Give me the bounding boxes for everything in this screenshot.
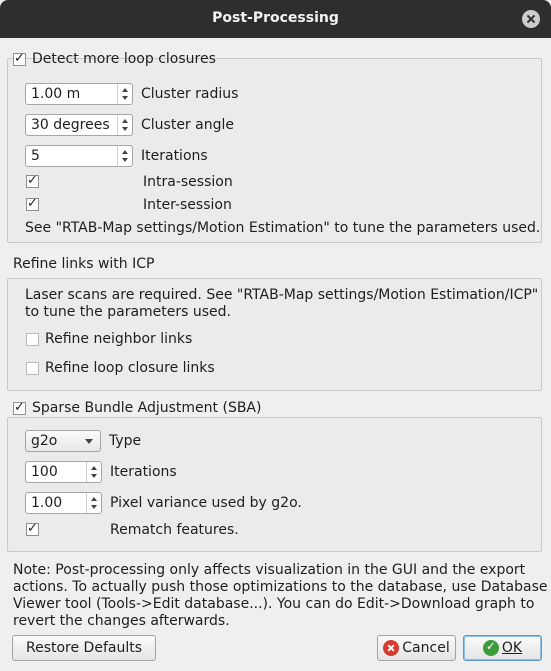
refine-neighbor-checkbox[interactable] <box>26 332 39 346</box>
loop-closure-note: See "RTAB-Map settings/Motion Estimation… <box>25 220 541 236</box>
chevron-down-icon[interactable] <box>85 439 93 444</box>
cluster-radius-row: 1.00 m Cluster radius <box>25 83 238 105</box>
loop-iterations-value: 5 <box>31 148 40 164</box>
cluster-angle-row: 30 degrees Cluster angle <box>25 114 234 136</box>
footer-note-line4: revert the changes afterwards. <box>13 613 230 629</box>
cluster-radius-label: Cluster radius <box>141 86 239 102</box>
sba-type-label: Type <box>109 433 142 449</box>
arrow-down-icon[interactable] <box>91 505 97 509</box>
sba-header[interactable]: Sparse Bundle Adjustment (SBA) <box>13 398 261 418</box>
refine-loop-checkbox[interactable] <box>26 361 39 375</box>
close-icon[interactable] <box>522 10 540 28</box>
footer-note-line3: Viewer tool (Tools->Edit database...). Y… <box>13 596 535 612</box>
refine-loop-row[interactable]: Refine loop closure links <box>26 360 215 376</box>
sba-iterations-row: 100 Iterations <box>25 461 177 483</box>
cancel-label: Cancel <box>402 640 450 656</box>
loop-iterations-row: 5 Iterations <box>25 145 208 167</box>
icp-note-line1: Laser scans are required. See "RTAB-Map … <box>25 287 539 303</box>
sba-checkbox[interactable] <box>13 400 26 415</box>
cluster-angle-value: 30 degrees <box>31 117 110 133</box>
sba-variance-label: Pixel variance used by g2o. <box>110 495 302 511</box>
arrow-up-icon[interactable] <box>122 119 128 123</box>
sba-type-row: g2o Type <box>25 430 141 452</box>
inter-session-checkbox[interactable] <box>26 196 39 211</box>
inter-session-row <box>26 196 39 211</box>
refine-neighbor-label: Refine neighbor links <box>45 331 193 347</box>
ok-label: OK <box>501 640 523 656</box>
arrow-up-icon[interactable] <box>91 466 97 470</box>
arrow-up-icon[interactable] <box>122 88 128 92</box>
sba-iterations-label: Iterations <box>110 464 177 480</box>
cluster-angle-label: Cluster angle <box>141 117 234 133</box>
sba-variance-value: 1.00 <box>31 495 63 511</box>
loop-iterations-spinbox[interactable]: 5 <box>25 145 133 167</box>
loop-iterations-label: Iterations <box>141 148 208 164</box>
arrow-down-icon[interactable] <box>91 474 97 478</box>
ok-button[interactable]: OK <box>463 635 542 661</box>
sba-variance-spinbox[interactable]: 1.00 <box>25 492 102 514</box>
cluster-radius-value: 1.00 m <box>31 86 81 102</box>
sba-type-value: g2o <box>31 433 58 449</box>
cancel-button[interactable]: Cancel <box>377 635 456 661</box>
restore-defaults-label: Restore Defaults <box>25 640 143 656</box>
title-bar: Post-Processing <box>0 0 551 38</box>
arrow-down-icon[interactable] <box>122 127 128 131</box>
restore-defaults-button[interactable]: Restore Defaults <box>12 635 156 661</box>
spin-arrows[interactable] <box>117 84 132 104</box>
spin-arrows[interactable] <box>86 493 101 513</box>
ok-icon <box>482 639 499 656</box>
refine-neighbor-row[interactable]: Refine neighbor links <box>26 331 192 347</box>
spin-arrows[interactable] <box>117 115 132 135</box>
arrow-down-icon[interactable] <box>122 158 128 162</box>
loop-closure-label: Detect more loop closures <box>32 51 216 67</box>
sba-iterations-spinbox[interactable]: 100 <box>25 461 102 483</box>
sba-type-combobox[interactable]: g2o <box>25 430 101 452</box>
sba-label: Sparse Bundle Adjustment (SBA) <box>32 400 262 416</box>
arrow-up-icon[interactable] <box>122 150 128 154</box>
inter-session-label: Inter-session <box>143 197 232 213</box>
icp-title: Refine links with ICP <box>13 256 155 272</box>
footer-note-line1: Note: Post-processing only affects visua… <box>13 562 526 578</box>
cluster-angle-spinbox[interactable]: 30 degrees <box>25 114 133 136</box>
spin-arrows[interactable] <box>117 146 132 166</box>
loop-closure-header[interactable]: Detect more loop closures <box>13 49 216 69</box>
icp-note-line2: to tune the parameters used. <box>25 304 232 320</box>
sba-variance-row: 1.00 Pixel variance used by g2o. <box>25 492 302 514</box>
loop-closure-checkbox[interactable] <box>13 51 26 66</box>
rematch-label: Rematch features. <box>110 522 239 538</box>
arrow-down-icon[interactable] <box>122 96 128 100</box>
arrow-up-icon[interactable] <box>91 497 97 501</box>
window-title: Post-Processing <box>212 10 339 26</box>
footer-note-line2: actions. To actually push those optimiza… <box>13 579 548 595</box>
sba-iterations-value: 100 <box>31 464 58 480</box>
intra-session-row <box>26 173 39 188</box>
refine-loop-label: Refine loop closure links <box>45 360 215 376</box>
intra-session-checkbox[interactable] <box>26 173 39 188</box>
spin-arrows[interactable] <box>86 462 101 482</box>
cluster-radius-spinbox[interactable]: 1.00 m <box>25 83 133 105</box>
rematch-checkbox[interactable] <box>26 521 39 536</box>
intra-session-label: Intra-session <box>143 174 233 190</box>
rematch-row <box>26 521 39 536</box>
cancel-icon <box>383 640 400 656</box>
